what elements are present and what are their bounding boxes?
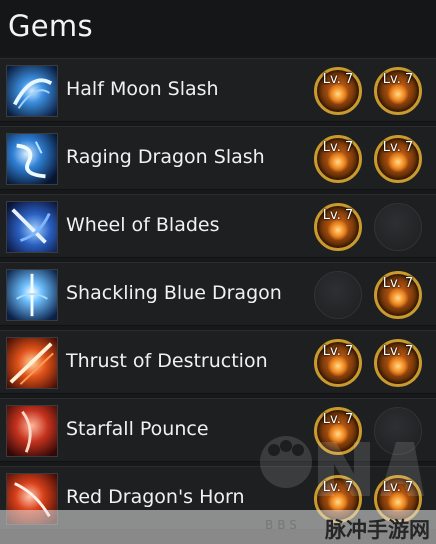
skill-name: Thrust of Destruction (66, 350, 268, 372)
gem-level: Lv. 7 (322, 344, 354, 359)
wheel-of-blades-icon (6, 201, 58, 253)
shackling-blue-dragon-icon (6, 269, 58, 321)
skill-row-thrust-of-destruction[interactable]: Thrust of Destruction Lv. 7 Lv. 7 (0, 330, 436, 394)
half-moon-slash-icon (6, 65, 58, 117)
skill-row-half-moon-slash[interactable]: Half Moon Slash Lv. 7 Lv. 7 (0, 58, 436, 122)
thrust-of-destruction-icon (6, 337, 58, 389)
gem-slot-1[interactable]: Lv. 7 (314, 339, 362, 387)
nga-logo-watermark (256, 422, 426, 520)
skill-row-raging-dragon-slash[interactable]: Raging Dragon Slash Lv. 7 Lv. 7 (0, 126, 436, 190)
skill-name: Red Dragon's Horn (66, 486, 245, 508)
skill-name: Wheel of Blades (66, 214, 220, 236)
gem-level: Lv. 7 (322, 208, 354, 223)
gem-slot-2[interactable]: Lv. 7 (374, 271, 422, 319)
gem-level: Lv. 7 (382, 344, 414, 359)
gem-level: Lv. 7 (382, 140, 414, 155)
skill-name: Starfall Pounce (66, 418, 209, 440)
gem-slot-1[interactable]: Lv. 7 (314, 135, 362, 183)
raging-dragon-slash-icon (6, 133, 58, 185)
gem-level: Lv. 7 (382, 276, 414, 291)
title-bar: Gems (0, 0, 436, 56)
skill-row-shackling-blue-dragon[interactable]: Shackling Blue Dragon Lv. 7 (0, 262, 436, 326)
site-watermark: 脉冲手游网 (325, 518, 430, 542)
skill-name: Raging Dragon Slash (66, 146, 265, 168)
starfall-pounce-icon (6, 405, 58, 457)
gem-slot-2[interactable]: Lv. 7 (374, 135, 422, 183)
skill-name: Half Moon Slash (66, 78, 219, 100)
gem-level: Lv. 7 (322, 72, 354, 87)
gem-slot-2[interactable]: Lv. 7 (374, 67, 422, 115)
bbs-watermark: BBS (265, 518, 301, 532)
skill-row-wheel-of-blades[interactable]: Wheel of Blades Lv. 7 (0, 194, 436, 258)
gem-slot-1-empty[interactable] (314, 271, 362, 319)
page-title: Gems (8, 9, 93, 43)
gem-level: Lv. 7 (382, 72, 414, 87)
gem-slot-1[interactable]: Lv. 7 (314, 67, 362, 115)
gem-slot-2[interactable]: Lv. 7 (374, 339, 422, 387)
gem-level: Lv. 7 (322, 140, 354, 155)
gem-slot-1[interactable]: Lv. 7 (314, 203, 362, 251)
skill-name: Shackling Blue Dragon (66, 282, 282, 304)
gem-slot-2-empty[interactable] (374, 203, 422, 251)
